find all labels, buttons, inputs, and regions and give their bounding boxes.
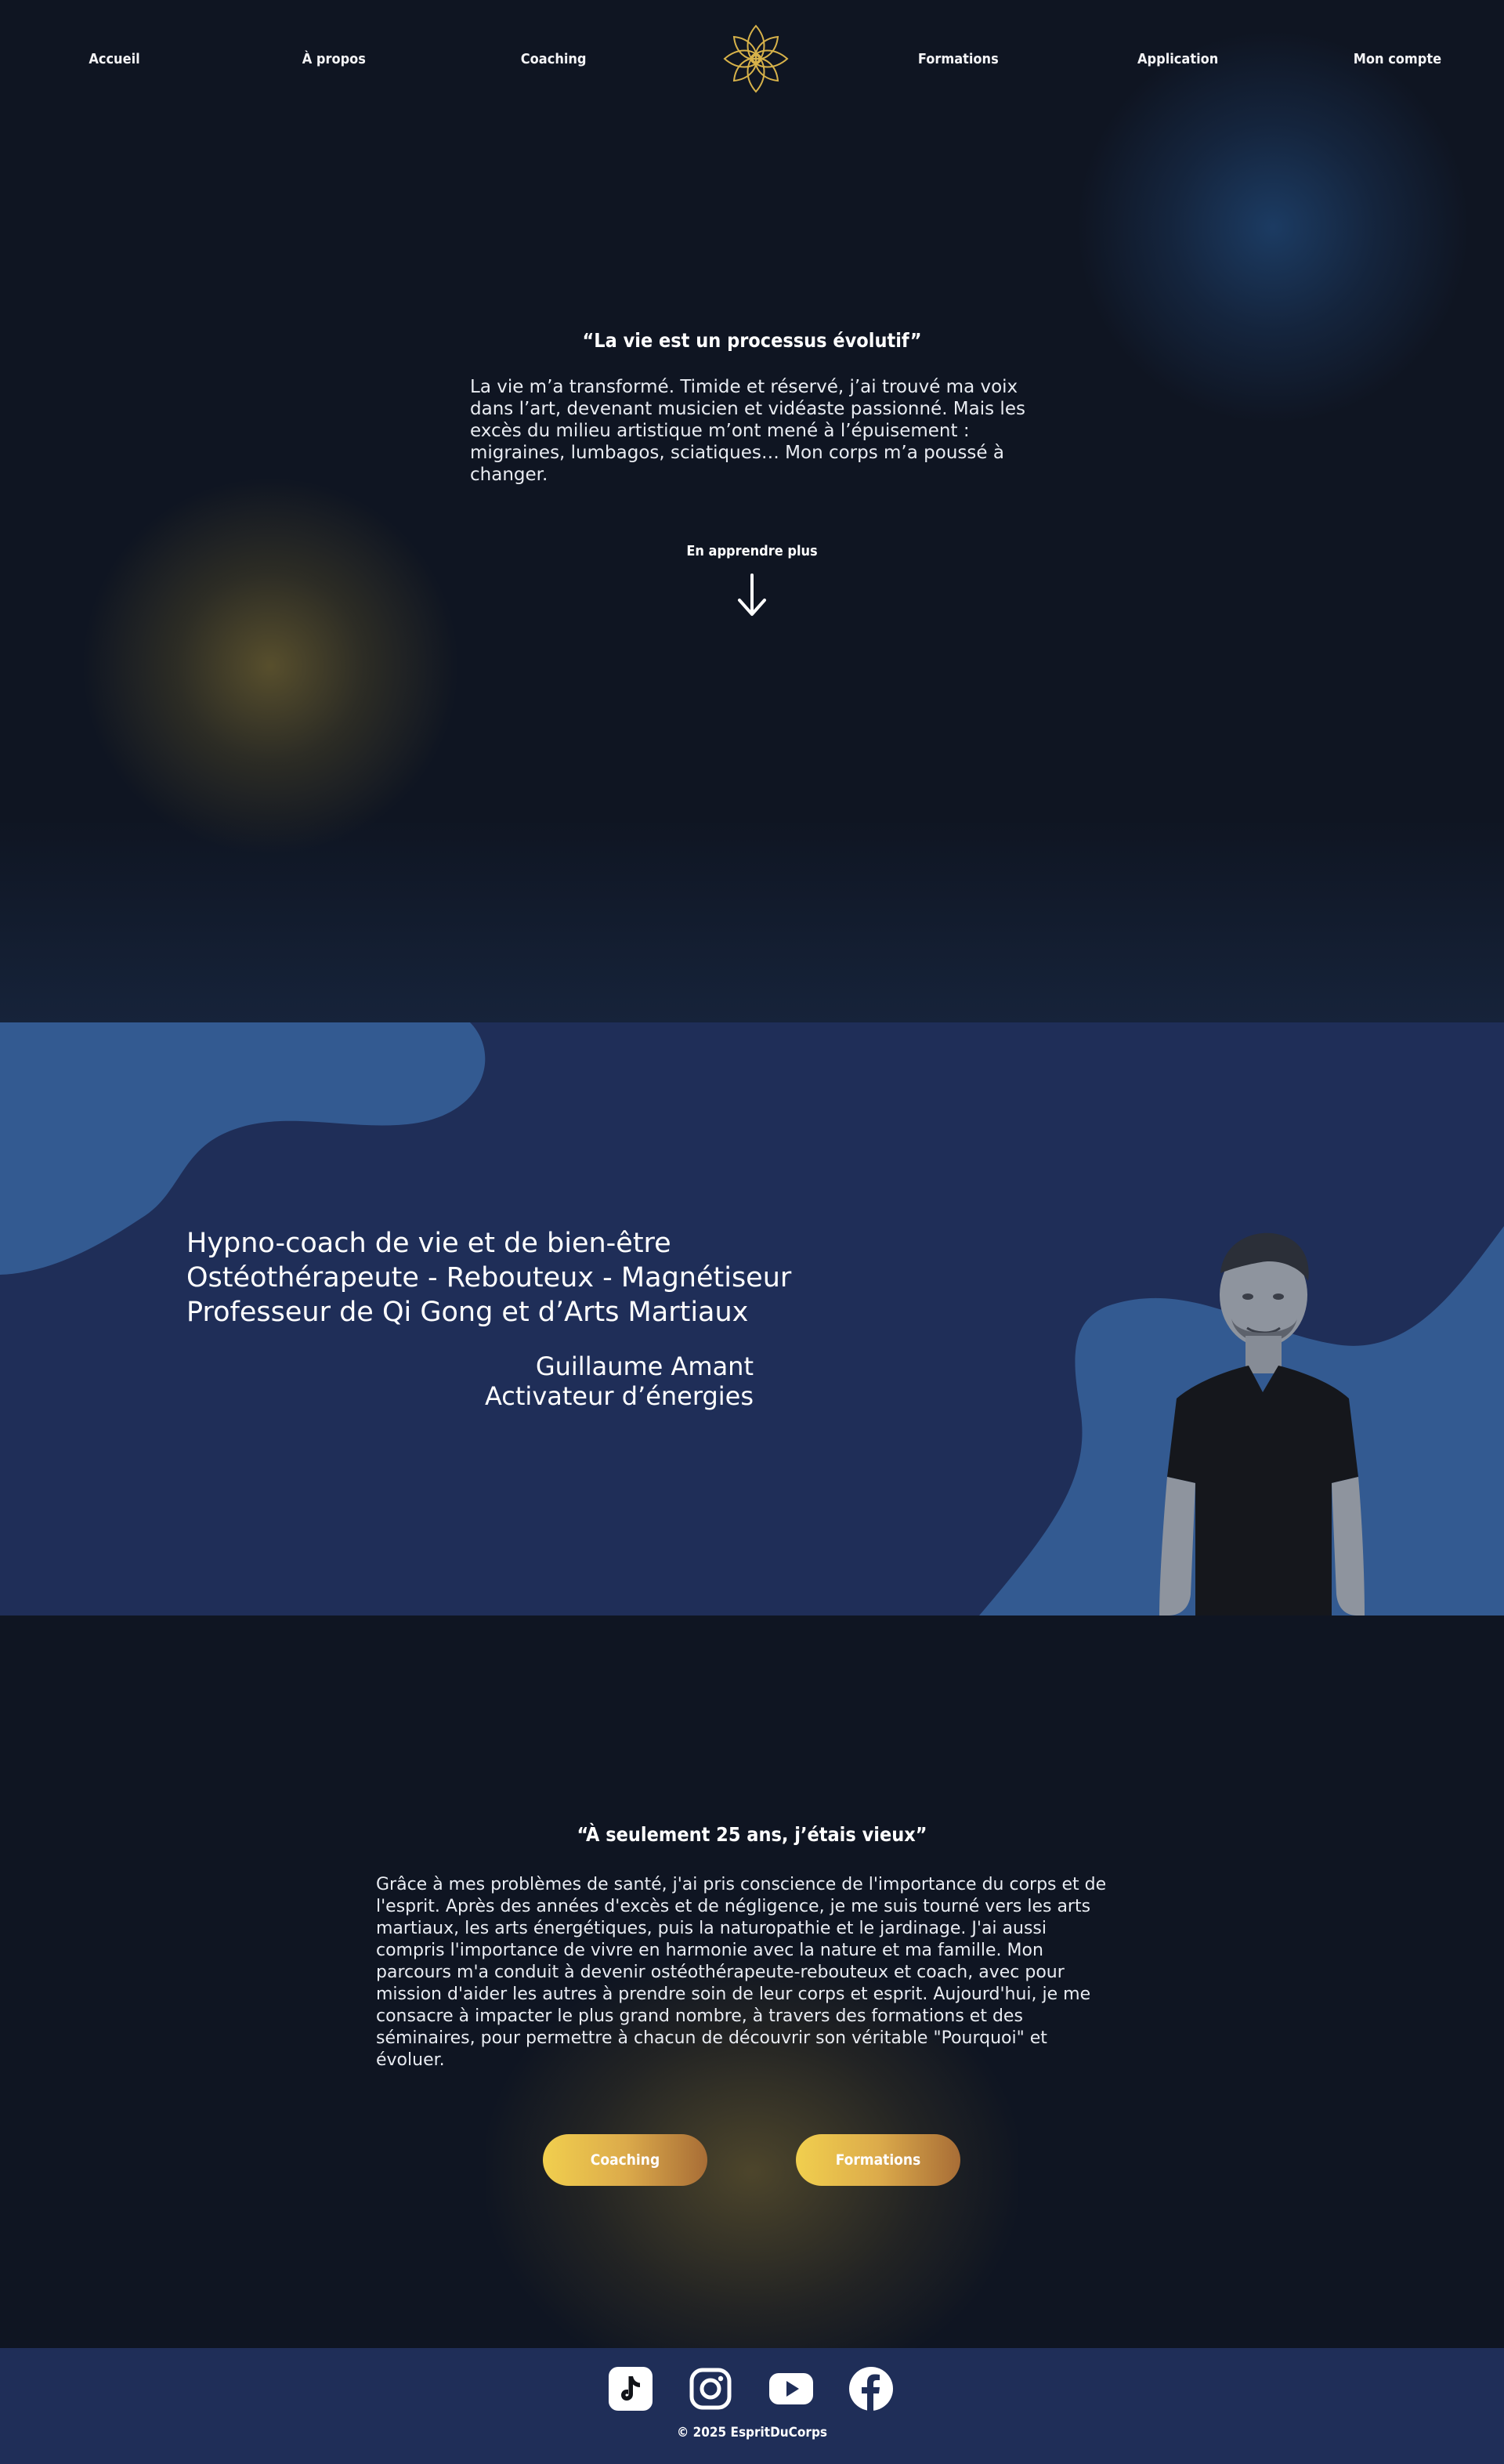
about-paragraph-line: évoluer.	[376, 2050, 445, 2070]
about-paragraph-line: mission d'aider les autres à prendre soi…	[376, 1985, 1091, 2004]
lotus-logo-icon[interactable]	[718, 21, 794, 96]
nav-item-coaching[interactable]: Coaching	[499, 51, 609, 67]
intro-band: Hypno-coach de vie et de bien-être Ostéo…	[0, 1022, 1504, 1616]
instagram-icon[interactable]	[687, 2365, 734, 2412]
tiktok-icon[interactable]	[607, 2365, 654, 2412]
hero-paragraph-line: changer.	[470, 465, 548, 485]
about-paragraph-line: Grâce à mes problèmes de santé, j'ai pri…	[376, 1875, 1107, 1894]
about-paragraph-line: séminaires, pour permettre à chacun de d…	[376, 2028, 1047, 2048]
title-line: Professeur de Qi Gong et d’Arts Martiaux	[186, 1297, 749, 1328]
hero-paragraph-line: dans l’art, devenant musicien et vidéast…	[470, 399, 1025, 419]
about-paragraph-line: parcours m'a conduit à devenir ostéothér…	[376, 1963, 1065, 1982]
hero-quote: “La vie est un processus évolutif”	[582, 329, 922, 352]
person-role: Activateur d’énergies	[484, 1381, 754, 1411]
hero-paragraph: La vie m’a transformé. Timide et réservé…	[470, 376, 1034, 486]
about-section: “À seulement 25 ans, j’étais vieux” Grâc…	[0, 1616, 1504, 2348]
facebook-icon[interactable]	[848, 2365, 895, 2412]
portrait-image	[1159, 1232, 1365, 1616]
learn-more-link[interactable]: En apprendre plus	[0, 543, 1504, 559]
about-paragraph-line: martiaux, les arts énergétiques, puis la…	[376, 1919, 1047, 1938]
footer: © 2025 EspritDuCorps	[0, 2348, 1504, 2464]
nav-item-mon-compte[interactable]: Mon compte	[1343, 51, 1452, 67]
nav-item-application[interactable]: Application	[1123, 51, 1233, 67]
about-quote: “À seulement 25 ans, j’étais vieux”	[577, 1823, 927, 1846]
nav-item-formations[interactable]: Formations	[903, 51, 1013, 67]
formations-button[interactable]: Formations	[796, 2134, 960, 2186]
about-paragraph-line: consacre à impacter le plus grand nombre…	[376, 2006, 1023, 2026]
about-paragraph-line: l'esprit. Après des années d'excès et de…	[376, 1897, 1091, 1916]
hero-paragraph-line: migraines, lumbagos, sciatiques… Mon cor…	[470, 443, 1004, 463]
coaching-button[interactable]: Coaching	[543, 2134, 707, 2186]
nav-item-a-propos[interactable]: À propos	[279, 51, 389, 67]
nav-item-accueil[interactable]: Accueil	[60, 51, 169, 67]
main-nav: Accueil À propos Coaching Formations App…	[0, 0, 1504, 118]
title-line: Hypno-coach de vie et de bien-être	[186, 1228, 671, 1259]
copyright-text: © 2025 EspritDuCorps	[676, 2425, 828, 2440]
youtube-icon[interactable]	[768, 2365, 815, 2412]
hero-section: “La vie est un processus évolutif” La vi…	[0, 0, 1504, 1022]
hero-paragraph-line: La vie m’a transformé. Timide et réservé…	[470, 377, 1018, 397]
arrow-down-icon[interactable]	[733, 572, 771, 619]
person-name: Guillaume Amant	[535, 1351, 754, 1381]
title-line: Ostéothérapeute - Rebouteux - Magnétiseu…	[186, 1262, 792, 1294]
hero-paragraph-line: excès du milieu artistique m’ont mené à …	[470, 421, 970, 441]
about-paragraph: Grâce à mes problèmes de santé, j'ai pri…	[376, 1874, 1128, 2071]
about-paragraph-line: compris l'importance de vivre en harmoni…	[376, 1941, 1043, 1960]
